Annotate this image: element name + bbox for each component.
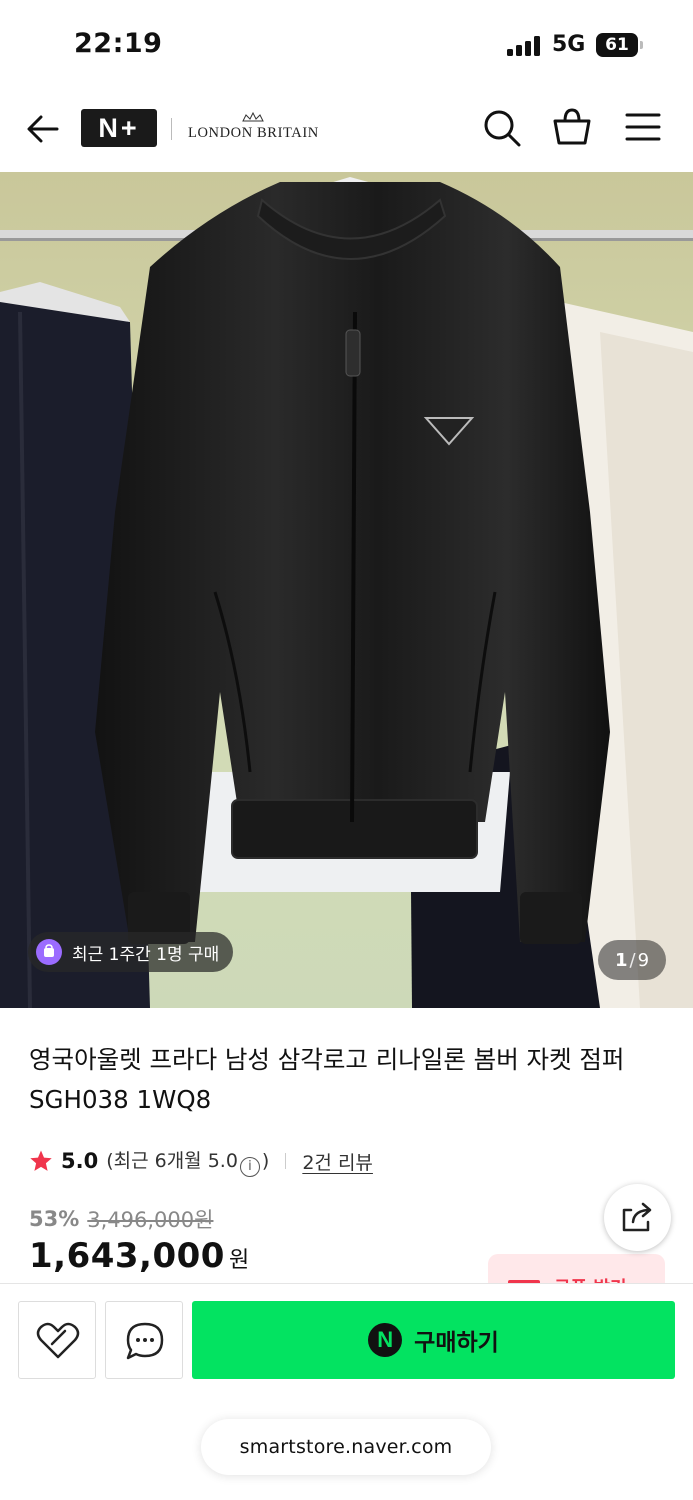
- rating-score: 5.0: [61, 1149, 99, 1173]
- brand-logo[interactable]: LONDON BRITAIN: [188, 112, 319, 146]
- buy-button[interactable]: N 구매하기: [192, 1301, 675, 1379]
- store-logo[interactable]: N+: [81, 109, 157, 147]
- brand-name: LONDON BRITAIN: [188, 125, 319, 141]
- recent-purchase-badge: 최근 1주간 1명 구매: [28, 932, 234, 972]
- rating-divider: [285, 1153, 287, 1169]
- sale-price: 1,643,000: [29, 1236, 225, 1276]
- bottom-action-bar: N 구매하기 smartstore.naver.com: [0, 1283, 693, 1500]
- recent-rating-text: (최근 6개월 5.0: [106, 1149, 238, 1172]
- heart-icon: [36, 1322, 80, 1359]
- image-counter-total: 9: [637, 949, 650, 971]
- share-button[interactable]: [604, 1184, 671, 1251]
- chat-bubble-icon: [126, 1322, 164, 1360]
- discount-rate: 53%: [29, 1207, 80, 1231]
- image-counter-separator: /: [629, 949, 636, 971]
- menu-icon: [625, 113, 661, 141]
- product-image[interactable]: 최근 1주간 1명 구매 1 / 9: [0, 172, 693, 1008]
- talk-button[interactable]: [105, 1301, 183, 1379]
- header-divider: [171, 118, 172, 140]
- product-title: 영국아울렛 프라다 남성 삼각로고 리나일론 봄버 자켓 점퍼 SGH038 1…: [29, 1045, 625, 1114]
- search-icon: [484, 110, 521, 147]
- naver-pay-icon: N: [368, 1323, 403, 1357]
- review-link[interactable]: 2건 리뷰: [302, 1148, 373, 1175]
- share-icon: [622, 1202, 652, 1232]
- info-icon[interactable]: i: [239, 1156, 260, 1177]
- original-price: 3,496,000원: [87, 1208, 214, 1232]
- discount-row: 53% 3,496,000원: [29, 1203, 213, 1235]
- recent-purchase-text: 최근 1주간 1명 구매: [72, 944, 220, 965]
- image-counter-current: 1: [614, 949, 628, 971]
- battery-icon: 61: [596, 33, 643, 57]
- sale-price-unit: 원: [228, 1248, 250, 1273]
- crown-icon: [242, 112, 264, 122]
- product-photo: [0, 172, 693, 1008]
- network-label: 5G: [552, 32, 586, 57]
- buy-button-label: 구매하기: [414, 1330, 499, 1356]
- star-icon: [30, 1150, 52, 1171]
- menu-button[interactable]: [625, 112, 661, 142]
- cart-button[interactable]: [552, 106, 592, 148]
- recent-rating-close: ): [261, 1149, 270, 1172]
- wishlist-button[interactable]: [18, 1301, 96, 1379]
- status-time: 22:19: [74, 28, 163, 59]
- signal-icon: [507, 36, 541, 56]
- app-header: N+ LONDON BRITAIN: [0, 92, 693, 172]
- recent-rating: (최근 6개월 5.0 i): [106, 1146, 269, 1177]
- cart-icon: [553, 108, 591, 145]
- back-button[interactable]: [24, 110, 62, 148]
- sale-price-row: 1,643,000 원: [29, 1236, 249, 1282]
- shopping-bag-icon: [36, 939, 62, 965]
- rating-row: 5.0 (최근 6개월 5.0 i) 2건 리뷰: [29, 1146, 373, 1177]
- search-button[interactable]: [482, 108, 522, 148]
- image-counter: 1 / 9: [598, 940, 666, 980]
- status-bar: 22:19 5G 61: [0, 0, 693, 92]
- back-arrow-icon: [27, 115, 59, 143]
- url-bar[interactable]: smartstore.naver.com: [201, 1419, 491, 1475]
